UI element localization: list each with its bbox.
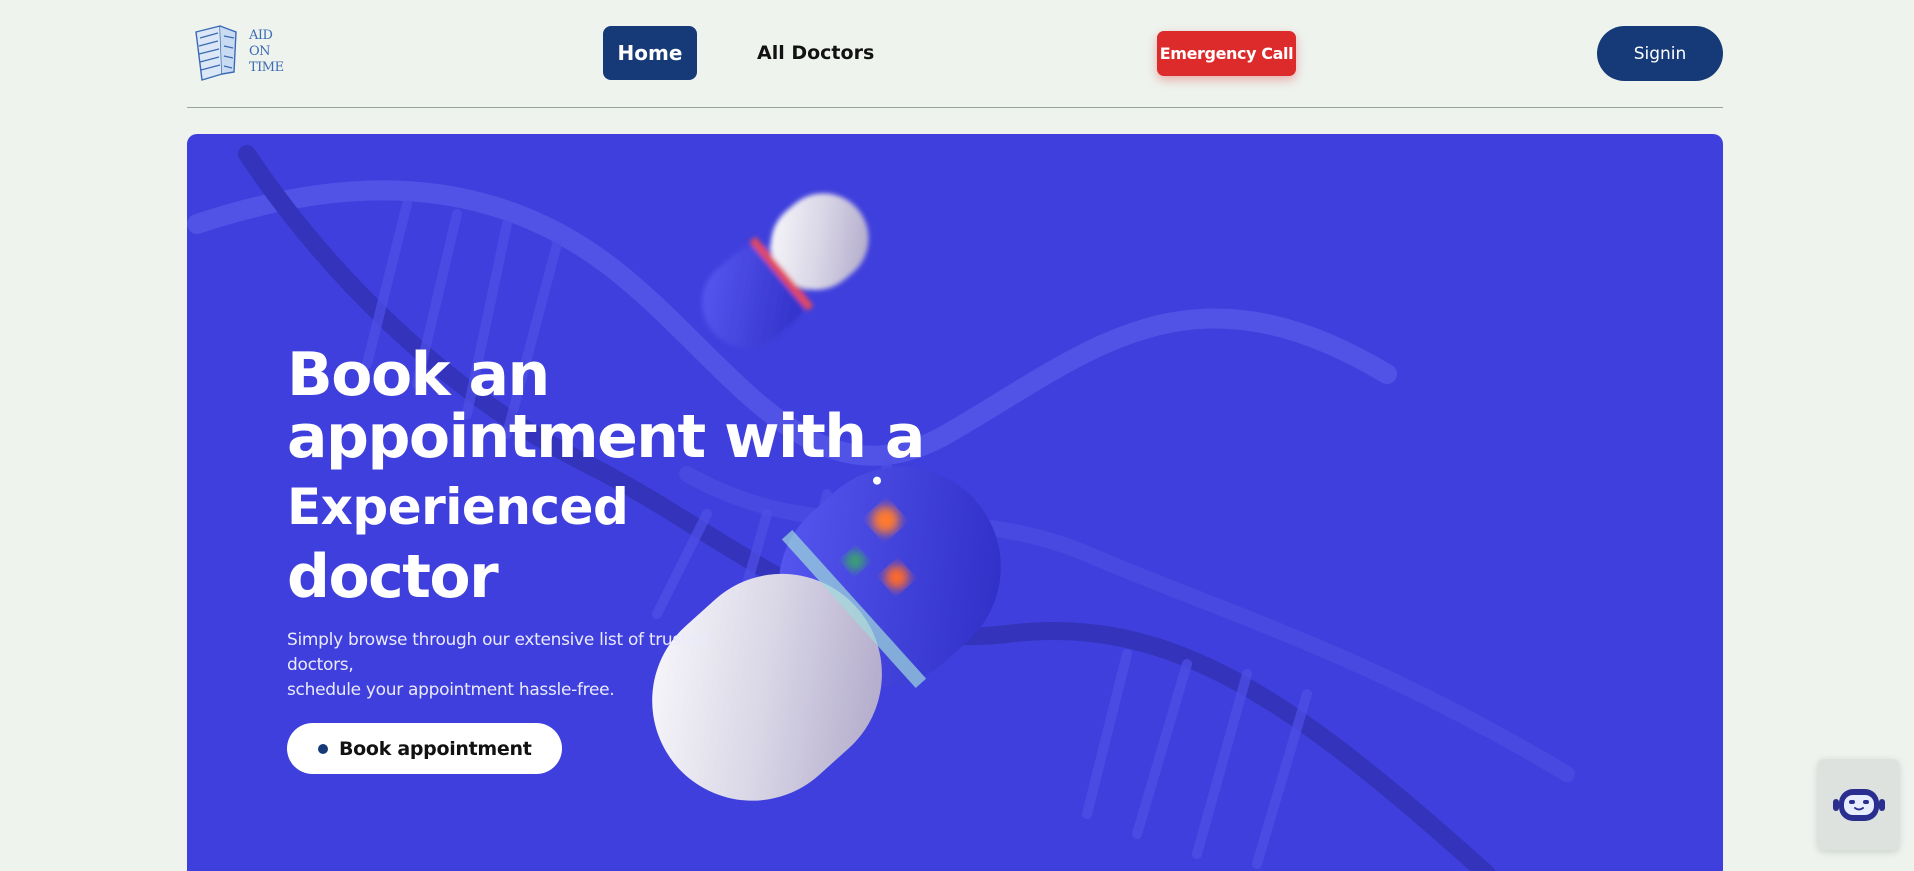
hero-title-line: doctor (287, 542, 499, 612)
book-appointment-button[interactable]: Book appointment (287, 723, 562, 774)
hero-title-line: Experienced (287, 478, 629, 536)
hero-title-line: appointment with a (287, 402, 925, 472)
hero-title-line: Book an (287, 340, 550, 410)
navbar: AID ON TIME Home All Doctors Emergency C… (187, 0, 1723, 108)
dot-icon (318, 743, 328, 754)
logo-text-line: AID (249, 28, 273, 43)
logo-text-line: TIME (249, 60, 284, 75)
nav-all-doctors-link[interactable]: All Doctors (757, 26, 874, 80)
chatbot-button[interactable] (1818, 759, 1899, 850)
hero-content: Book an appointment with a Experienced d… (287, 340, 925, 774)
site-logo[interactable]: AID ON TIME (190, 22, 290, 82)
emergency-call-button[interactable]: Emergency Call (1157, 31, 1296, 76)
nav-home-button[interactable]: Home (603, 26, 697, 80)
hero-subtitle-line: Simply browse through our extensive list… (287, 630, 708, 675)
signin-button[interactable]: Signin (1597, 26, 1723, 81)
hero-subtitle-line: schedule your appointment hassle-free. (287, 680, 615, 700)
robot-chat-icon (1832, 788, 1885, 821)
book-appointment-label: Book appointment (339, 737, 532, 760)
winged-shield-logo-icon (195, 25, 237, 81)
hero-banner: Book an appointment with a Experienced d… (187, 134, 1723, 871)
logo-text: AID ON TIME (249, 28, 284, 76)
hero-title: Book an appointment with a Experienced d… (287, 340, 925, 612)
hero-subtitle: Simply browse through our extensive list… (287, 628, 767, 703)
logo-text-line: ON (249, 44, 271, 59)
